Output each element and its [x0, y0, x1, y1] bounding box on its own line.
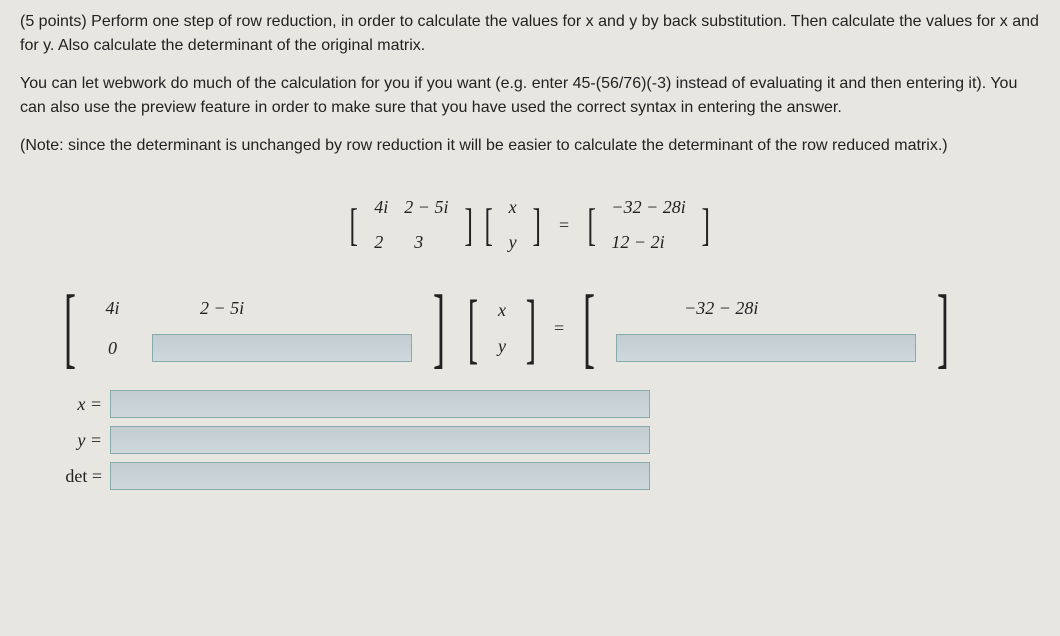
- equation-display: [ 4i 2 − 5i 2 3 ] [ x y ] = [ −32 − 28i …: [20, 172, 1040, 288]
- bracket-close-icon: ]: [526, 292, 536, 364]
- problem-paragraph-3: (Note: since the determinant is unchange…: [20, 134, 1040, 158]
- points-label: (5 points): [20, 13, 87, 30]
- problem-text-1: Perform one step of row reduction, in or…: [20, 13, 1039, 54]
- problem-text-3: (Note: since the determinant is unchange…: [20, 137, 948, 154]
- problem-paragraph-2: You can let webwork do much of the calcu…: [20, 72, 1040, 120]
- bracket-open-icon: [: [64, 288, 76, 368]
- bracket-close-icon: ]: [533, 202, 541, 248]
- work-a22-input[interactable]: [152, 334, 412, 362]
- bracket-close-icon: ]: [464, 202, 472, 248]
- work-a12: 2 − 5i: [140, 295, 400, 322]
- rhs-b2: 12 − 2i: [603, 227, 672, 258]
- vector-y: y: [501, 227, 525, 258]
- problem-paragraph-1: (5 points) Perform one step of row reduc…: [20, 10, 1040, 58]
- bracket-open-icon: [: [484, 202, 492, 248]
- x-answer-row: x =: [55, 386, 1040, 422]
- work-b2-input[interactable]: [616, 334, 916, 362]
- matrix-a11: 4i: [366, 192, 396, 223]
- work-a21: 0: [85, 335, 140, 362]
- work-b1: −32 − 28i: [604, 295, 904, 322]
- x-label: x =: [55, 391, 110, 418]
- bracket-open-icon: [: [350, 202, 358, 248]
- det-answer-row: det =: [55, 458, 1040, 494]
- bracket-close-icon: ]: [433, 288, 445, 368]
- bracket-close-icon: ]: [702, 202, 710, 248]
- bracket-open-icon: [: [587, 202, 595, 248]
- rhs-b1: −32 − 28i: [603, 192, 693, 223]
- det-input[interactable]: [110, 462, 650, 490]
- bracket-open-icon: [: [583, 288, 595, 368]
- matrix-a22: 3: [391, 227, 446, 258]
- x-input[interactable]: [110, 390, 650, 418]
- y-answer-row: y =: [55, 422, 1040, 458]
- work-vector-x: x: [486, 297, 518, 324]
- work-vector-y: y: [486, 333, 518, 360]
- problem-text-2: You can let webwork do much of the calcu…: [20, 75, 1017, 116]
- equals-sign: =: [544, 315, 574, 342]
- work-a11: 4i: [85, 295, 140, 322]
- det-label: det =: [55, 463, 110, 490]
- bracket-close-icon: ]: [937, 288, 949, 368]
- matrix-a21: 2: [366, 227, 391, 258]
- bracket-open-icon: [: [468, 292, 478, 364]
- matrix-a12: 2 − 5i: [396, 192, 456, 223]
- row-reduction-equation: [ 4i 2 − 5i 0 ] [ x y ] = [ −32 − 28i: [55, 288, 1040, 368]
- y-input[interactable]: [110, 426, 650, 454]
- equals-sign: =: [549, 212, 579, 239]
- vector-x: x: [501, 192, 525, 223]
- y-label: y =: [55, 427, 110, 454]
